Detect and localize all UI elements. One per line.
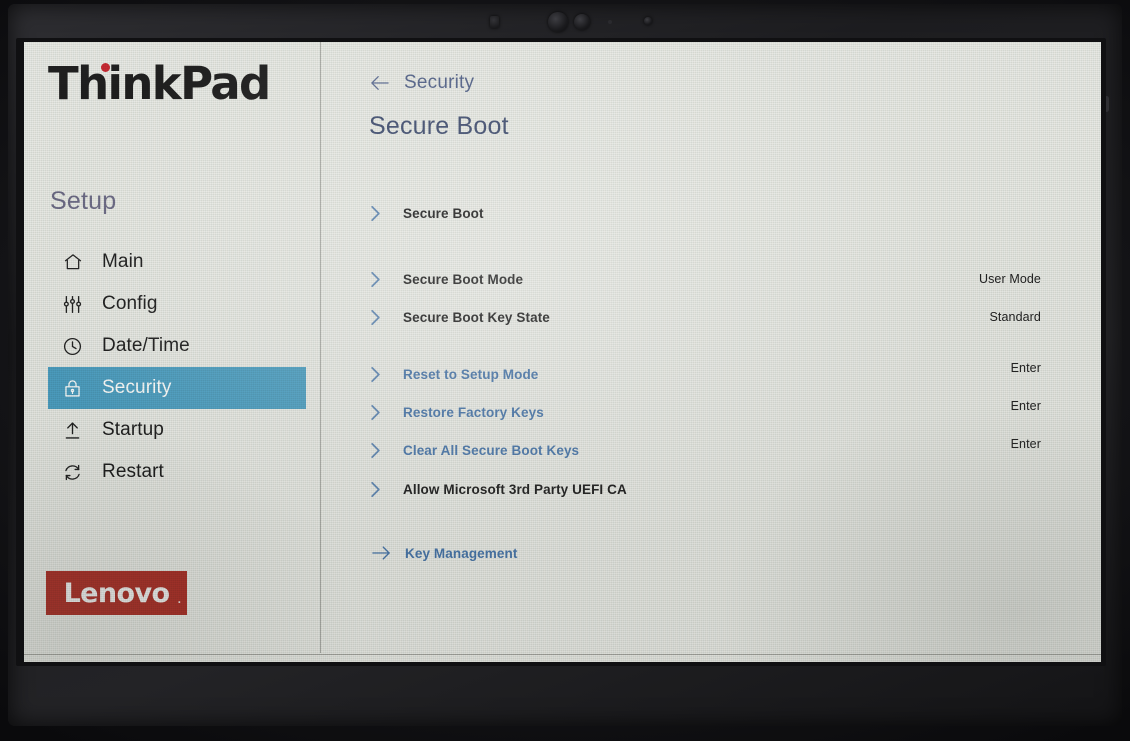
lenovo-logo-text: Lenovo . [63, 577, 181, 609]
sidebar-nav: Main Config Date/Time Security Startup R… [48, 241, 306, 493]
chevron-right-icon [369, 205, 391, 222]
row-label: Key Management [405, 545, 518, 561]
sidebar-item-label: Security [102, 377, 172, 398]
sidebar-item-label: Restart [102, 461, 164, 482]
row-clear-all-secure-boot-keys[interactable]: Clear All Secure Boot Keys Enter [369, 435, 1041, 465]
ir-camera-icon [574, 14, 590, 30]
content-panel: Security Secure Boot Secure Boot Off [321, 42, 1101, 655]
thinkpad-logo: ThinkPad [48, 61, 271, 106]
sidebar-item-startup[interactable]: Startup [48, 409, 306, 451]
row-value: Enter [1010, 437, 1041, 451]
sidebar-item-config[interactable]: Config [48, 283, 306, 325]
row-key-management[interactable]: Key Management [369, 538, 1041, 568]
sidebar-item-label: Config [102, 293, 158, 314]
breadcrumb-label: Security [404, 72, 475, 93]
row-allow-microsoft-3rd-party-uefi-ca[interactable]: Allow Microsoft 3rd Party UEFI CA [369, 474, 1041, 504]
thinkpad-red-dot-icon [101, 63, 110, 72]
sidebar: ThinkPad Setup Main Config Date/Time Sec… [24, 42, 320, 655]
row-label: Secure Boot Mode [403, 271, 524, 287]
row-value: Enter [1010, 361, 1041, 375]
breadcrumb[interactable]: Security [369, 72, 474, 94]
lock-icon [62, 377, 88, 399]
lenovo-trademark-icon: . [177, 595, 181, 606]
row-reset-to-setup-mode[interactable]: Reset to Setup Mode Enter [369, 359, 1041, 389]
webcam-strip [430, 4, 730, 34]
home-icon [62, 251, 88, 273]
chevron-right-icon [369, 404, 391, 421]
row-secure-boot-mode[interactable]: Secure Boot Mode User Mode [369, 264, 1041, 294]
indicator-led-icon [644, 17, 652, 25]
row-value: Enter [1010, 399, 1041, 413]
sliders-icon [62, 293, 88, 315]
sidebar-item-label: Startup [102, 419, 164, 440]
row-label: Secure Boot [403, 205, 484, 221]
sidebar-item-datetime[interactable]: Date/Time [48, 325, 306, 367]
row-label: Reset to Setup Mode [403, 366, 539, 382]
row-secure-boot[interactable]: Secure Boot [369, 198, 1041, 228]
sidebar-item-label: Date/Time [102, 335, 190, 356]
chevron-right-icon [369, 271, 391, 288]
ir-sensor-icon [490, 16, 499, 28]
sidebar-item-label: Main [102, 251, 144, 272]
page-title: Secure Boot [369, 112, 509, 140]
sidebar-item-security[interactable]: Security [48, 367, 306, 409]
row-value: Standard [989, 310, 1041, 324]
row-label: Secure Boot Key State [403, 309, 550, 325]
chevron-right-icon [369, 366, 391, 383]
row-label: Allow Microsoft 3rd Party UEFI CA [403, 481, 627, 497]
row-restore-factory-keys[interactable]: Restore Factory Keys Enter [369, 397, 1041, 427]
bios-screen: ThinkPad Setup Main Config Date/Time Sec… [24, 42, 1101, 662]
mic-hole-icon [608, 20, 612, 24]
row-secure-boot-key-state[interactable]: Secure Boot Key State Standard [369, 302, 1041, 332]
lenovo-logo: Lenovo . [46, 571, 187, 615]
function-key-bar: F1 General Help F9 Setup Defaults Esc Ba… [24, 655, 1101, 662]
sidebar-heading: Setup [50, 187, 117, 215]
row-label: Restore Factory Keys [403, 404, 544, 420]
chevron-right-icon [369, 481, 391, 498]
row-label: Clear All Secure Boot Keys [403, 442, 580, 458]
laptop-photo: ThinkPad Setup Main Config Date/Time Sec… [0, 0, 1130, 741]
sidebar-item-main[interactable]: Main [48, 241, 306, 283]
row-value: User Mode [978, 272, 1041, 286]
thinkpad-logo-text: ThinkPad [48, 57, 271, 110]
chevron-right-icon [369, 442, 391, 459]
clock-icon [62, 335, 88, 357]
chevron-right-icon [369, 309, 391, 326]
arrow-left-icon[interactable] [369, 74, 391, 92]
upload-icon [62, 419, 88, 441]
sidebar-item-restart[interactable]: Restart [48, 451, 306, 493]
webcam-lens-icon [548, 12, 568, 32]
restart-icon [62, 461, 88, 483]
arrow-right-icon [369, 544, 395, 562]
